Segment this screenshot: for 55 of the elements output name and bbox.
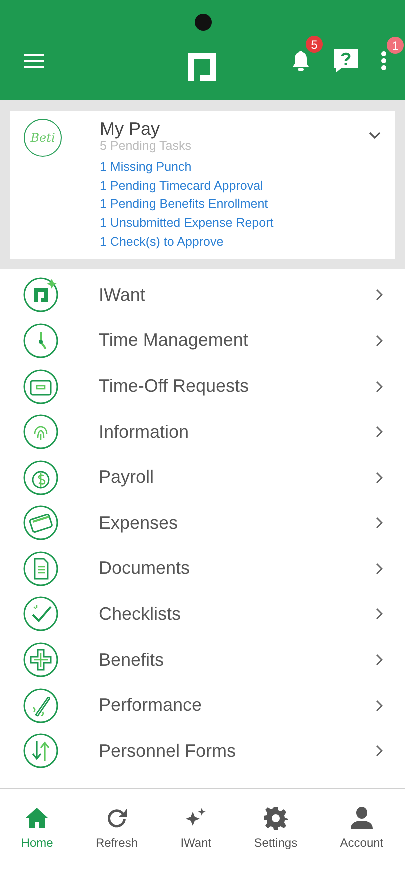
- chevron-right-icon: [376, 608, 383, 620]
- chevron-right-icon: [376, 654, 383, 666]
- menu-item[interactable]: Benefits: [0, 637, 405, 683]
- chevron-right-icon: [376, 562, 383, 575]
- menu-item[interactable]: Checklists: [0, 592, 405, 638]
- document-icon: [23, 550, 59, 587]
- menu-item[interactable]: Expenses: [0, 500, 405, 546]
- chevron-right-icon: [376, 745, 383, 758]
- nav-tab[interactable]: Settings: [248, 806, 304, 850]
- help-icon[interactable]: [333, 48, 359, 74]
- menu-item[interactable]: Payroll: [0, 454, 405, 500]
- pending-count: 5 Pending Tasks: [100, 139, 192, 153]
- task-link[interactable]: 1 Missing Punch: [100, 158, 351, 177]
- menu-item[interactable]: Personnel Forms: [0, 728, 405, 774]
- chevron-right-icon: [376, 334, 383, 347]
- money-bag-icon: [23, 460, 59, 496]
- chevron-right-icon: [376, 472, 383, 484]
- card-title: My Pay: [100, 119, 160, 139]
- account-icon: [350, 806, 374, 830]
- nav-tab[interactable]: Refresh: [90, 806, 144, 850]
- nav-tab[interactable]: Home: [15, 806, 60, 850]
- beti-logo: Beti: [24, 119, 62, 157]
- chevron-right-icon: [376, 517, 383, 530]
- menu-item[interactable]: Time Management: [0, 318, 405, 364]
- logo-icon: [188, 53, 216, 81]
- menu-item[interactable]: Time-Off Requests: [0, 364, 405, 410]
- notification-badge: 5: [306, 36, 323, 53]
- menu-icon[interactable]: [24, 54, 44, 68]
- nav-tab[interactable]: Account: [334, 806, 390, 850]
- task-link[interactable]: 1 Unsubmitted Expense Report: [100, 214, 351, 233]
- nav-tab[interactable]: IWant: [174, 806, 218, 850]
- more-icon[interactable]: [381, 51, 387, 71]
- chevron-right-icon: [376, 380, 383, 392]
- clock-icon: [23, 322, 59, 359]
- camera-icon: [195, 14, 212, 31]
- menu-badge: 1: [387, 37, 404, 54]
- bell-icon[interactable]: [291, 50, 311, 72]
- chevron-right-icon: [376, 426, 383, 438]
- arrows-icon: [23, 733, 59, 770]
- menu-item[interactable]: IWant: [0, 272, 405, 318]
- menu-item[interactable]: Documents: [0, 546, 405, 592]
- plus-icon: [23, 642, 59, 678]
- menu-item[interactable]: Performance: [0, 682, 405, 728]
- task-link[interactable]: 1 Pending Benefits Enrollment: [100, 195, 351, 214]
- fingerprint-icon: [23, 414, 59, 450]
- menu-item[interactable]: Information: [0, 409, 405, 455]
- task-link[interactable]: 1 Pending Timecard Approval: [100, 176, 351, 196]
- credit-card-icon: [23, 505, 59, 542]
- chevron-right-icon: [376, 700, 383, 712]
- checkmark-icon: [23, 596, 59, 632]
- home-icon: [25, 806, 50, 830]
- settings-icon: [264, 806, 288, 830]
- chevron-icon[interactable]: [369, 132, 381, 140]
- chevron-right-icon: [376, 289, 383, 302]
- task-link[interactable]: 1 Check(s) to Approve: [100, 232, 351, 252]
